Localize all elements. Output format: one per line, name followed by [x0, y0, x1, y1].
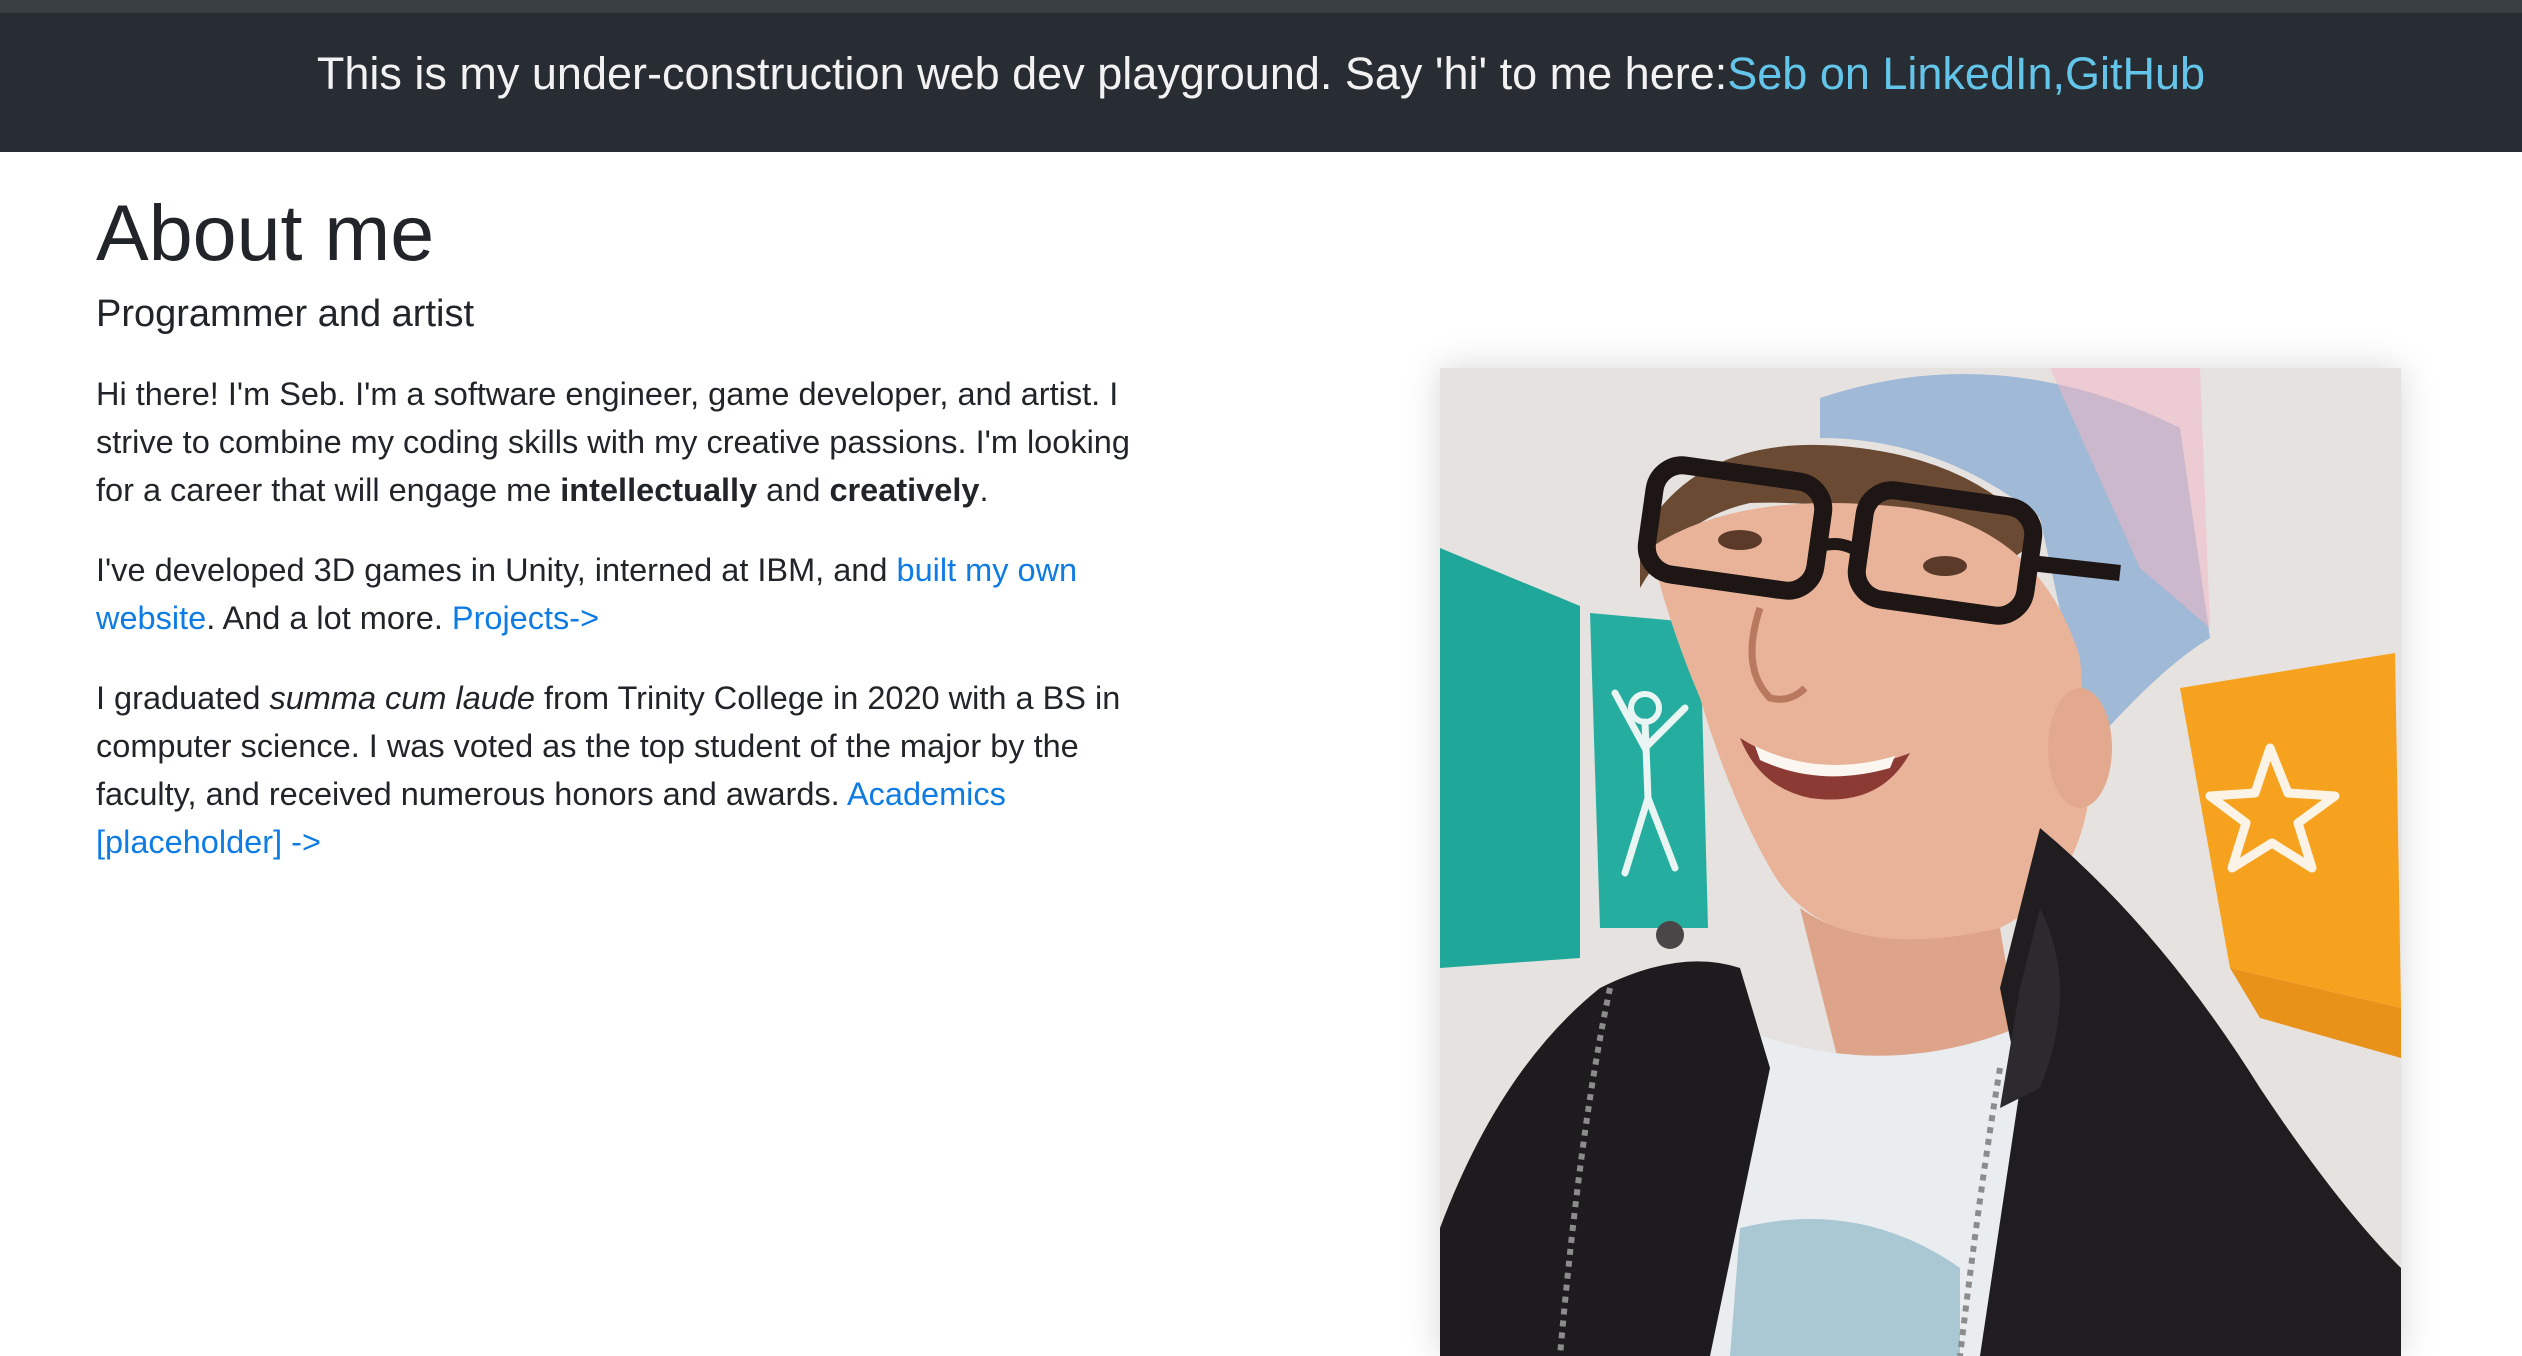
experience-text-more: . And a lot more. — [206, 600, 452, 636]
intro-period: . — [979, 472, 989, 508]
banner-text: This is my under-construction web dev pl… — [316, 48, 1728, 99]
intro-text-and: and — [757, 472, 830, 508]
linkedin-link[interactable]: Seb on LinkedIn — [1727, 51, 2052, 96]
bio-paragraph-experience: I've developed 3D games in Unity, intern… — [96, 546, 1176, 642]
profile-photo-illustration — [1440, 368, 2401, 1356]
bio-paragraph-intro: Hi there! I'm Seb. I'm a software engine… — [96, 370, 1176, 514]
bio-section: Hi there! I'm Seb. I'm a software engine… — [96, 370, 1176, 898]
browser-top-strip — [0, 0, 2522, 13]
github-link[interactable]: GitHub — [2065, 51, 2205, 96]
banner-separator: , — [2052, 48, 2066, 99]
bio-paragraph-education: I graduated summa cum laude from Trinity… — [96, 674, 1176, 866]
projects-link[interactable]: Projects-> — [452, 600, 599, 636]
top-banner: This is my under-construction web dev pl… — [0, 13, 2522, 152]
page-subtitle: Programmer and artist — [96, 293, 475, 335]
experience-text: I've developed 3D games in Unity, intern… — [96, 552, 897, 588]
page-title: About me — [96, 188, 435, 277]
education-text: I graduated — [96, 680, 270, 716]
profile-photo — [1440, 368, 2401, 1356]
intro-bold-creatively: creatively — [829, 472, 980, 508]
intro-bold-intellectually: intellectually — [560, 472, 758, 508]
education-honors-italic: summa cum laude — [269, 680, 535, 716]
